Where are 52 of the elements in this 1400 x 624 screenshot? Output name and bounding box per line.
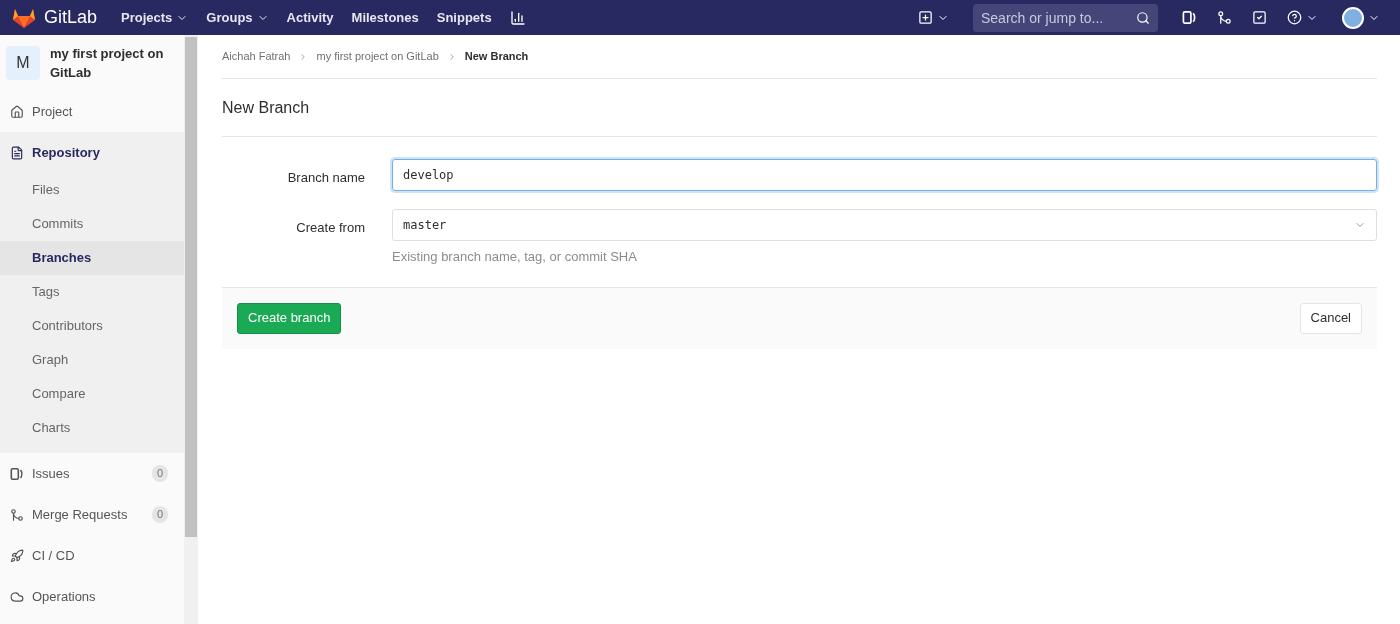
- todo-icon[interactable]: [1252, 10, 1267, 25]
- chart-icon[interactable]: [509, 9, 526, 26]
- merge-request-icon: [10, 507, 24, 522]
- sidebar-item[interactable]: Issues 0: [0, 453, 184, 494]
- scrollbar[interactable]: [184, 35, 198, 624]
- nav-menu-item[interactable]: Milestones: [351, 7, 419, 28]
- count-badge: 0: [151, 506, 168, 523]
- page-title: New Branch: [222, 79, 1377, 137]
- rocket-icon: [10, 548, 24, 563]
- breadcrumb-link[interactable]: New Branch: [464, 48, 529, 65]
- branch-select[interactable]: master: [392, 209, 1377, 241]
- user-menu-button[interactable]: [1342, 6, 1380, 29]
- home-icon: [10, 104, 24, 119]
- sidebar-item[interactable]: Project: [0, 91, 184, 132]
- sidebar-item[interactable]: Operations: [0, 576, 184, 617]
- sidebar-subitem[interactable]: Charts: [0, 411, 184, 445]
- sidebar-subitem[interactable]: Branches: [0, 241, 184, 275]
- project-avatar: M: [6, 46, 40, 80]
- new-item-button[interactable]: [918, 10, 949, 25]
- brand-name[interactable]: GitLab: [44, 4, 98, 31]
- sidebar-subitem[interactable]: Graph: [0, 343, 184, 377]
- sidebar-subitem[interactable]: Contributors: [0, 309, 184, 343]
- nav-menu-item[interactable]: Projects: [121, 7, 189, 28]
- document-icon: [10, 145, 24, 160]
- breadcrumb-link[interactable]: Aichah Fatrah: [222, 48, 291, 65]
- field-hint: Existing branch name, tag, or commit SHA: [392, 248, 638, 266]
- sidebar-subitem[interactable]: Files: [0, 173, 184, 207]
- search-icon: [1136, 10, 1150, 25]
- issues-icon: [10, 466, 24, 481]
- count-badge: 0: [151, 465, 168, 482]
- merge-request-icon[interactable]: [1217, 10, 1232, 25]
- issues-icon[interactable]: [1182, 10, 1197, 25]
- sidebar-subitem[interactable]: Tags: [0, 275, 184, 309]
- search-field[interactable]: Search or jump to...: [973, 3, 1158, 32]
- project-name[interactable]: my first project on GitLab: [50, 44, 170, 82]
- nav-menu-item[interactable]: Activity: [286, 7, 334, 28]
- avatar-icon: [1342, 6, 1364, 29]
- field-label: Branch name: [286, 169, 366, 187]
- sidebar-item[interactable]: Repository: [0, 132, 184, 173]
- field-label: Create from: [295, 219, 366, 237]
- help-button[interactable]: [1287, 10, 1318, 25]
- sidebar-item[interactable]: Merge Requests 0: [0, 494, 184, 535]
- nav-menu-item[interactable]: Snippets: [436, 7, 492, 28]
- cancel-button[interactable]: Cancel: [1299, 302, 1362, 334]
- sidebar-subitem[interactable]: Compare: [0, 377, 184, 411]
- sidebar-subitem[interactable]: Commits: [0, 207, 184, 241]
- plus-icon: [918, 10, 933, 25]
- nav-menu-item[interactable]: Groups: [206, 7, 269, 28]
- breadcrumb-link[interactable]: my first project on GitLab: [316, 48, 439, 65]
- sidebar-item[interactable]: CI / CD: [0, 535, 184, 576]
- help-icon: [1287, 10, 1302, 25]
- input-field[interactable]: develop: [392, 159, 1377, 191]
